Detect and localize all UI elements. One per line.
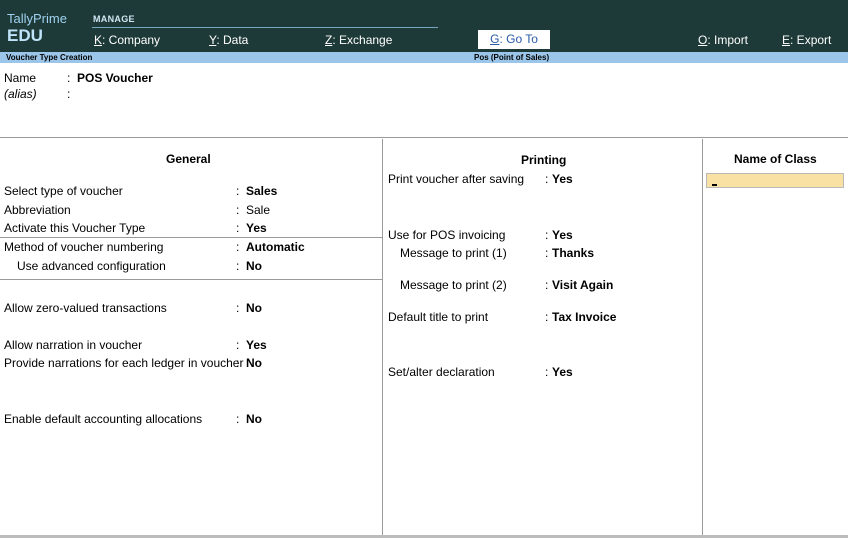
narration-field[interactable]: Yes [246, 338, 267, 352]
colon: : [236, 240, 240, 254]
pos-invoicing-label: Use for POS invoicing [388, 228, 506, 242]
message-1-field[interactable]: Thanks [552, 246, 594, 260]
zero-valued-label: Allow zero-valued transactions [4, 301, 167, 315]
select-type-label: Select type of voucher [4, 184, 123, 198]
top-menu-bar: TallyPrime EDU MANAGE K: Company Y: Data… [0, 0, 848, 52]
menu-import[interactable]: O: Import [698, 33, 748, 47]
default-title-label: Default title to print [388, 310, 489, 324]
brand-name: TallyPrime [7, 11, 67, 26]
menu-exchange-label: : Exchange [332, 33, 393, 47]
divider [0, 279, 383, 280]
menu-data[interactable]: Y: Data [209, 33, 248, 47]
menu-company-label: : Company [102, 33, 161, 47]
menu-export-key: E [782, 33, 791, 47]
printing-heading: Printing [521, 153, 567, 167]
message-2-field[interactable]: Visit Again [552, 278, 613, 292]
menu-data-label: : Data [216, 33, 249, 47]
colon: : [236, 338, 240, 352]
print-after-saving-label: Print voucher after saving [388, 172, 525, 186]
menu-company-key: K [94, 33, 103, 47]
name-label: Name [4, 71, 37, 85]
alias-label: (alias) [4, 87, 37, 101]
brand-edition: EDU [7, 26, 43, 45]
name-colon: : [67, 71, 71, 85]
colon: : [545, 278, 549, 292]
colon: : [236, 356, 240, 370]
screen-title-bar: Voucher Type Creation Pos (Point of Sale… [0, 52, 848, 63]
colon: : [236, 221, 240, 235]
activate-label: Activate this Voucher Type [4, 221, 146, 235]
default-title-field[interactable]: Tax Invoice [552, 310, 616, 324]
menu-exchange[interactable]: Z: Exchange [325, 33, 392, 47]
menu-go-to-button[interactable]: G: Go To [478, 30, 550, 49]
menu-company[interactable]: K: Company [94, 33, 160, 47]
ledger-narration-label: Provide narrations for each ledger in vo… [4, 356, 244, 370]
printing-panel: Printing Print voucher after saving : Ye… [383, 139, 703, 536]
menu-import-label: : Import [707, 33, 749, 47]
colon: : [545, 310, 549, 324]
message-2-label: Message to print (2) [400, 278, 507, 292]
screen-context: Pos (Point of Sales) [474, 53, 550, 62]
general-panel: General Select type of voucher : Sales A… [0, 139, 383, 536]
class-panel: Name of Class [703, 139, 848, 536]
manage-section-label: MANAGE [93, 14, 135, 24]
activate-field[interactable]: Yes [246, 221, 267, 235]
general-heading: General [166, 152, 211, 166]
colon: : [236, 259, 240, 273]
colon: : [545, 228, 549, 242]
colon: : [545, 246, 549, 260]
ledger-narration-field[interactable]: No [246, 356, 262, 370]
menu-export-label: : Export [790, 33, 832, 47]
alias-colon: : [67, 87, 71, 101]
menu-goto-label: : Go To [499, 32, 538, 46]
default-allocations-label: Enable default accounting allocations [4, 412, 203, 426]
select-type-field[interactable]: Sales [246, 184, 277, 198]
name-section: Name : POS Voucher (alias) : [0, 63, 848, 138]
numbering-method-field[interactable]: Automatic [246, 240, 305, 254]
advanced-config-label: Use advanced configuration [17, 259, 166, 273]
colon: : [236, 412, 240, 426]
menu-import-key: O [698, 33, 708, 47]
name-field[interactable]: POS Voucher [77, 71, 153, 85]
colon: : [236, 301, 240, 315]
class-heading: Name of Class [734, 152, 817, 166]
divider [0, 237, 383, 238]
narration-label: Allow narration in voucher [4, 338, 143, 352]
abbreviation-field[interactable]: Sale [246, 203, 270, 217]
declaration-field[interactable]: Yes [552, 365, 573, 379]
message-1-label: Message to print (1) [400, 246, 507, 260]
text-cursor [712, 184, 717, 186]
manage-divider [92, 27, 438, 28]
abbreviation-label: Abbreviation [4, 203, 71, 217]
class-name-input[interactable] [706, 173, 844, 188]
pos-invoicing-field[interactable]: Yes [552, 228, 573, 242]
advanced-config-field[interactable]: No [246, 259, 262, 273]
colon: : [236, 184, 240, 198]
menu-export[interactable]: E: Export [782, 33, 831, 47]
colon: : [545, 365, 549, 379]
default-allocations-field[interactable]: No [246, 412, 262, 426]
colon: : [236, 203, 240, 217]
numbering-method-label: Method of voucher numbering [4, 240, 164, 254]
screen-title: Voucher Type Creation [6, 53, 93, 62]
print-after-saving-field[interactable]: Yes [552, 172, 573, 186]
zero-valued-field[interactable]: No [246, 301, 262, 315]
colon: : [545, 172, 549, 186]
declaration-label: Set/alter declaration [388, 365, 495, 379]
